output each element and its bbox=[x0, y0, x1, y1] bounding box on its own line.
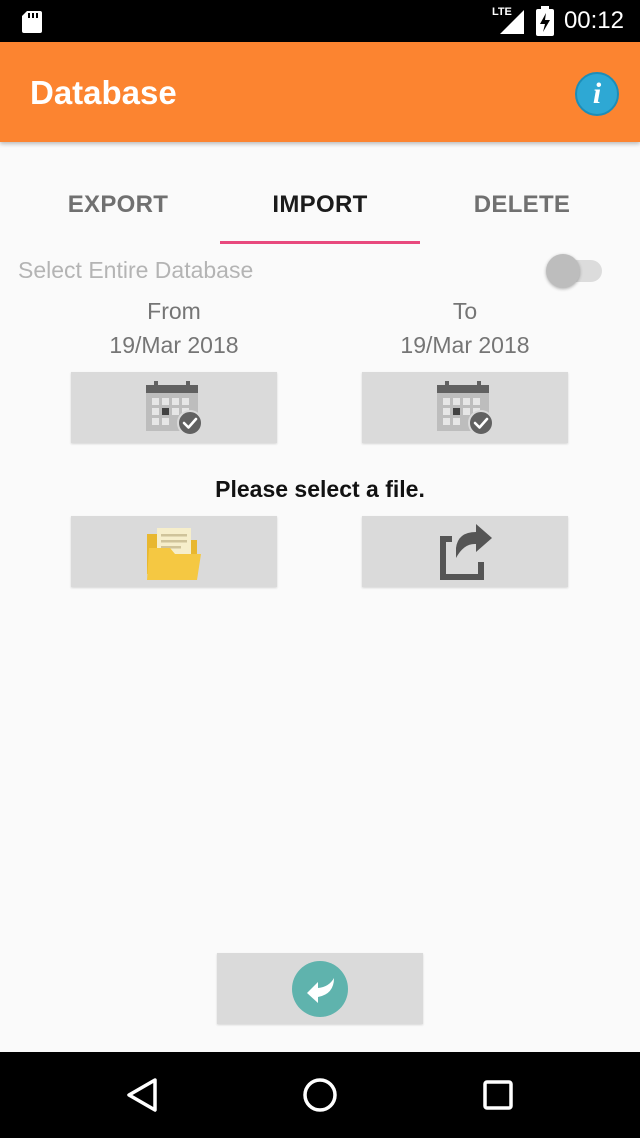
back-arrow-icon bbox=[292, 960, 348, 1017]
tab-import[interactable]: IMPORT bbox=[220, 170, 420, 240]
from-date: 19/Mar 2018 bbox=[109, 332, 239, 358]
signal-icon: LTE bbox=[492, 6, 526, 36]
from-label: From bbox=[147, 298, 201, 324]
battery-charging-icon bbox=[535, 6, 554, 36]
status-bar: LTE 00:12 bbox=[0, 0, 640, 42]
tab-bar: EXPORT IMPORT DELETE bbox=[0, 170, 640, 246]
page-title: Database bbox=[30, 74, 177, 111]
recents-square-icon[interactable] bbox=[478, 1075, 518, 1115]
toggle-thumb bbox=[546, 254, 580, 288]
tab-delete[interactable]: DELETE bbox=[422, 170, 622, 240]
to-date: 19/Mar 2018 bbox=[400, 332, 530, 358]
navigation-bar bbox=[0, 1052, 640, 1138]
import-arrow-icon bbox=[440, 523, 492, 580]
sd-card-icon bbox=[22, 11, 42, 33]
select-entire-database-label: Select Entire Database bbox=[18, 257, 254, 283]
from-date-button[interactable] bbox=[71, 372, 277, 443]
status-time: 00:12 bbox=[563, 7, 624, 34]
select-entire-database-toggle[interactable] bbox=[544, 254, 604, 288]
back-triangle-icon[interactable] bbox=[122, 1075, 162, 1115]
to-label: To bbox=[452, 298, 478, 324]
back-button[interactable] bbox=[217, 953, 423, 1024]
import-file-button[interactable] bbox=[362, 516, 568, 587]
calendar-check-icon bbox=[146, 380, 203, 436]
browse-file-button[interactable] bbox=[71, 516, 277, 587]
app-bar: Database i bbox=[0, 42, 640, 142]
info-glyph: i bbox=[592, 77, 602, 110]
select-file-prompt: Please select a file. bbox=[215, 476, 425, 502]
tab-indicator bbox=[220, 241, 420, 244]
info-icon[interactable]: i bbox=[575, 72, 619, 116]
calendar-check-icon bbox=[437, 380, 494, 436]
folder-icon bbox=[147, 527, 201, 580]
home-circle-icon[interactable] bbox=[300, 1075, 340, 1115]
to-date-button[interactable] bbox=[362, 372, 568, 443]
tab-export[interactable]: EXPORT bbox=[18, 170, 218, 240]
